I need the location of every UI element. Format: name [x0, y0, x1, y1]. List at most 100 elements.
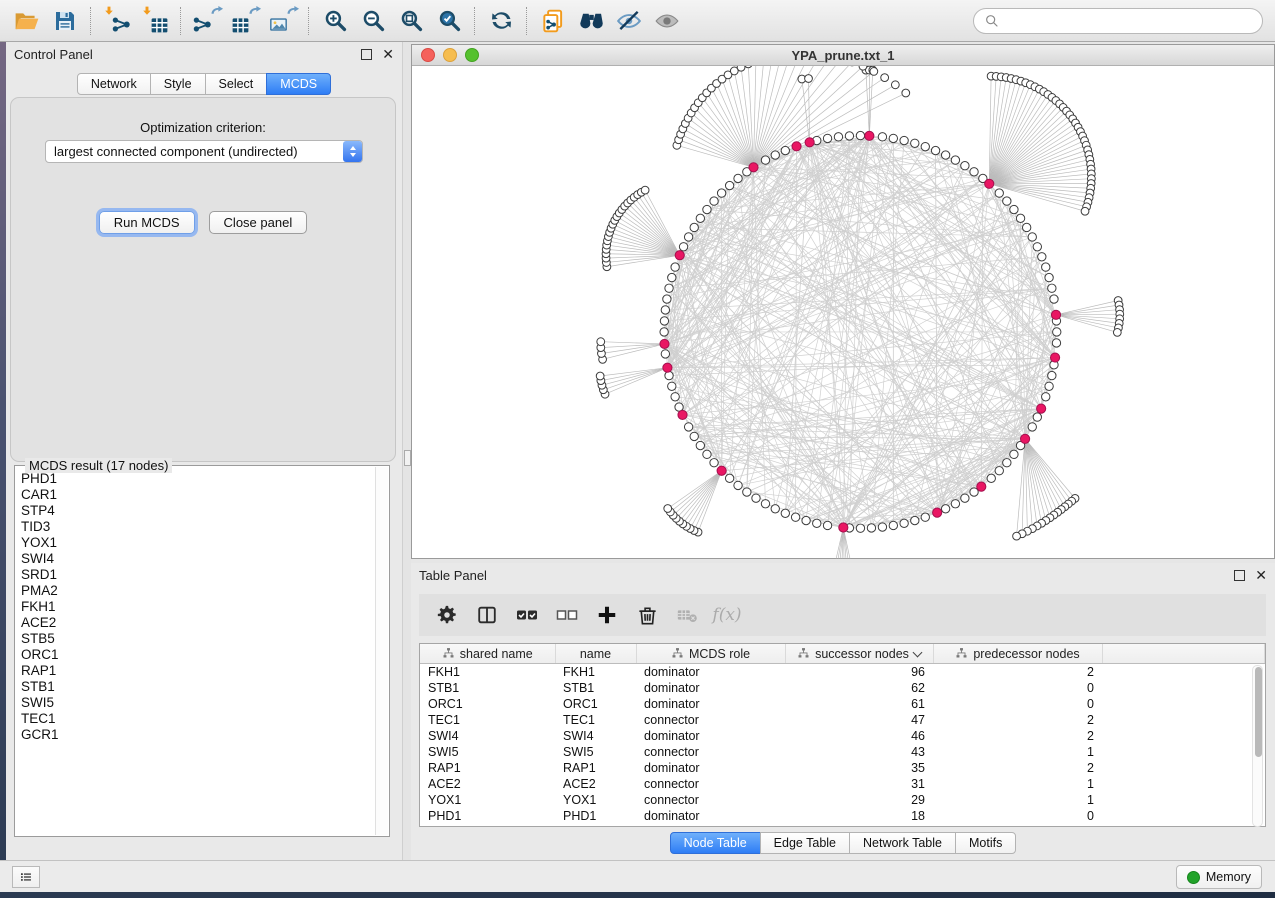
- mcds-result-item[interactable]: STB1: [21, 679, 376, 695]
- network-canvas[interactable]: [412, 66, 1274, 559]
- network-node[interactable]: [856, 131, 864, 139]
- table-cell[interactable]: dominator: [636, 696, 785, 712]
- network-node[interactable]: [867, 524, 875, 532]
- mcds-result-item[interactable]: GCR1: [21, 727, 376, 743]
- table-cell[interactable]: connector: [636, 744, 785, 760]
- save-session-button[interactable]: [46, 4, 84, 38]
- network-node[interactable]: [679, 243, 687, 251]
- network-node[interactable]: [1045, 382, 1053, 390]
- network-node[interactable]: [834, 133, 842, 141]
- network-node[interactable]: [987, 474, 995, 482]
- mcds-result-item[interactable]: YOX1: [21, 535, 376, 551]
- table-row[interactable]: YOX1YOX1connector291: [420, 792, 1265, 808]
- network-node[interactable]: [710, 459, 718, 467]
- network-node[interactable]: [665, 371, 673, 379]
- network-node[interactable]: [891, 81, 899, 89]
- table-cell[interactable]: 1: [933, 792, 1102, 808]
- network-node[interactable]: [813, 519, 821, 527]
- tab-select[interactable]: Select: [205, 73, 268, 95]
- network-node[interactable]: [941, 151, 949, 159]
- network-node[interactable]: [690, 223, 698, 231]
- network-node[interactable]: [717, 189, 725, 197]
- tab-mcds[interactable]: MCDS: [266, 73, 331, 95]
- network-node[interactable]: [970, 168, 978, 176]
- first-neighbors-button[interactable]: [572, 4, 610, 38]
- mcds-result-item[interactable]: FKH1: [21, 599, 376, 615]
- table-cell[interactable]: RAP1: [420, 760, 555, 776]
- network-node[interactable]: [734, 481, 742, 489]
- network-node[interactable]: [1113, 329, 1121, 337]
- network-hub-node[interactable]: [1037, 404, 1046, 413]
- table-cell[interactable]: 62: [785, 680, 933, 696]
- import-network-button[interactable]: [98, 4, 136, 38]
- table-cell[interactable]: connector: [636, 776, 785, 792]
- network-node[interactable]: [911, 516, 919, 524]
- mcds-result-item[interactable]: SRD1: [21, 567, 376, 583]
- network-node[interactable]: [696, 214, 704, 222]
- network-hub-node[interactable]: [933, 508, 942, 517]
- network-node[interactable]: [823, 134, 831, 142]
- network-hub-node[interactable]: [717, 466, 726, 475]
- table-row[interactable]: SWI4SWI4dominator462: [420, 728, 1265, 744]
- table-cell[interactable]: dominator: [636, 664, 785, 681]
- mcds-result-item[interactable]: PHD1: [21, 471, 376, 487]
- network-node[interactable]: [1003, 459, 1011, 467]
- network-node[interactable]: [1028, 233, 1036, 241]
- network-node[interactable]: [641, 186, 649, 194]
- network-node[interactable]: [752, 494, 760, 502]
- table-cell[interactable]: 35: [785, 760, 933, 776]
- network-node[interactable]: [668, 382, 676, 390]
- mcds-result-item[interactable]: RAP1: [21, 663, 376, 679]
- network-hub-node[interactable]: [678, 410, 687, 419]
- column-header-successor-nodes[interactable]: successor nodes: [785, 644, 933, 664]
- network-node[interactable]: [690, 432, 698, 440]
- table-row[interactable]: RAP1RAP1dominator352: [420, 760, 1265, 776]
- table-cell[interactable]: 2: [933, 712, 1102, 728]
- network-node[interactable]: [703, 205, 711, 213]
- network-node[interactable]: [771, 151, 779, 159]
- mcds-result-item[interactable]: SWI4: [21, 551, 376, 567]
- network-node[interactable]: [668, 273, 676, 281]
- result-list-scrollbar[interactable]: [375, 467, 388, 835]
- run-mcds-button[interactable]: Run MCDS: [99, 211, 195, 234]
- table-cell[interactable]: PHD1: [420, 808, 555, 824]
- table-cell[interactable]: 18: [785, 808, 933, 824]
- table-cell[interactable]: 43: [785, 744, 933, 760]
- network-hub-node[interactable]: [865, 131, 874, 140]
- table-cell[interactable]: 46: [785, 728, 933, 744]
- network-node[interactable]: [1010, 450, 1018, 458]
- table-cell[interactable]: connector: [636, 712, 785, 728]
- network-hub-node[interactable]: [985, 179, 994, 188]
- float-panel-icon[interactable]: [1234, 570, 1245, 581]
- delete-column-button[interactable]: [629, 598, 665, 632]
- search-input[interactable]: [1006, 13, 1252, 30]
- table-cell[interactable]: FKH1: [420, 664, 555, 681]
- network-node[interactable]: [921, 142, 929, 150]
- network-hub-node[interactable]: [660, 339, 669, 348]
- table-cell[interactable]: STB1: [420, 680, 555, 696]
- table-settings-button[interactable]: [429, 598, 465, 632]
- table-row[interactable]: SWI5SWI5connector431: [420, 744, 1265, 760]
- table-cell[interactable]: 2: [933, 664, 1102, 681]
- network-node[interactable]: [1045, 273, 1053, 281]
- export-table-button[interactable]: [226, 4, 264, 38]
- table-cell[interactable]: 0: [933, 680, 1102, 696]
- network-hub-node[interactable]: [805, 138, 814, 147]
- network-node[interactable]: [961, 162, 969, 170]
- network-node[interactable]: [696, 441, 704, 449]
- column-header-shared-name[interactable]: shared name: [420, 644, 555, 664]
- mcds-result-item[interactable]: STB5: [21, 631, 376, 647]
- network-node[interactable]: [856, 524, 864, 532]
- network-node[interactable]: [710, 197, 718, 205]
- table-row[interactable]: ORC1ORC1dominator610: [420, 696, 1265, 712]
- table-cell[interactable]: SWI5: [420, 744, 555, 760]
- network-node[interactable]: [911, 139, 919, 147]
- zoom-fit-button[interactable]: [392, 4, 430, 38]
- network-node[interactable]: [878, 523, 886, 531]
- tab-motifs[interactable]: Motifs: [955, 832, 1016, 854]
- export-network-button[interactable]: [188, 4, 226, 38]
- zoom-in-button[interactable]: [316, 4, 354, 38]
- memory-button[interactable]: Memory: [1176, 865, 1262, 889]
- network-node[interactable]: [889, 521, 897, 529]
- table-cell[interactable]: dominator: [636, 728, 785, 744]
